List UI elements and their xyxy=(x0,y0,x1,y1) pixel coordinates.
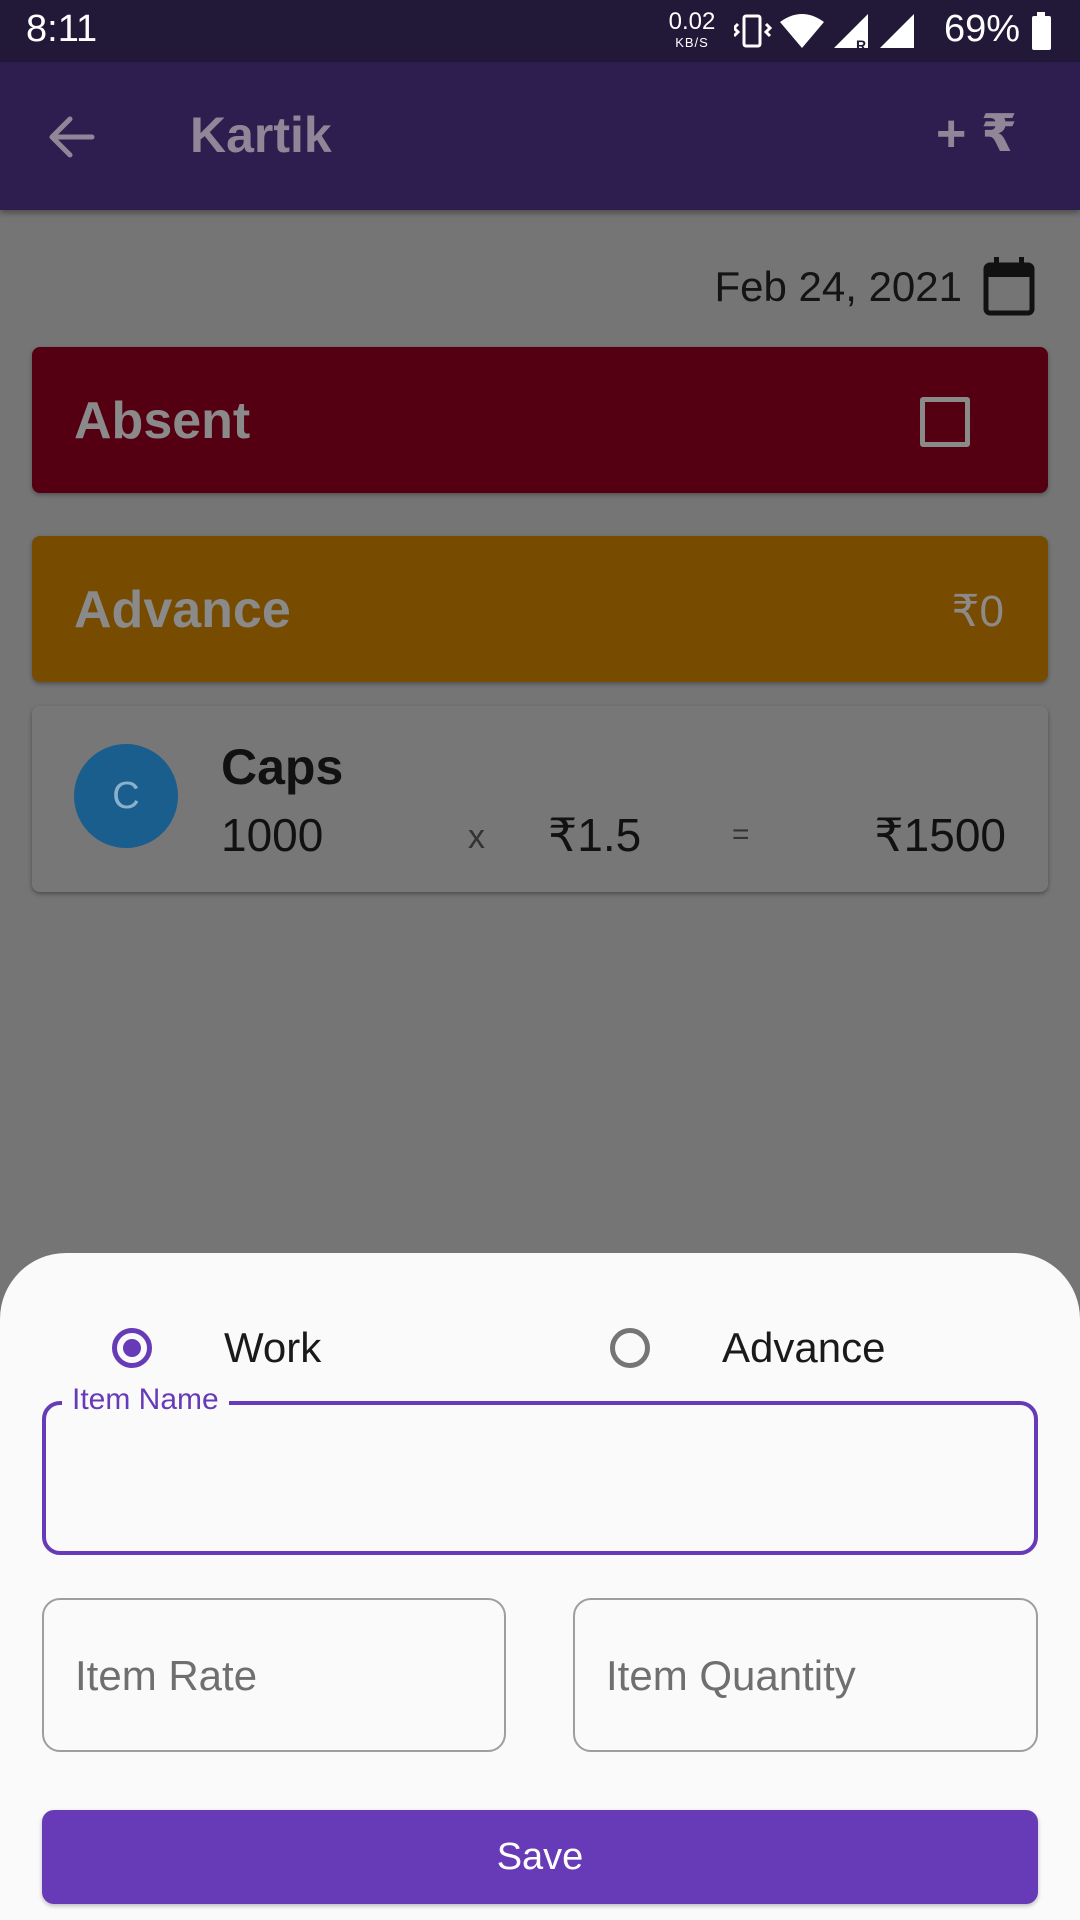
battery-icon xyxy=(1030,12,1054,57)
item-quantity: 1000 xyxy=(221,809,324,861)
date-text: Feb 24, 2021 xyxy=(714,263,962,310)
status-time: 8:11 xyxy=(26,8,98,50)
item-quantity-placeholder: Item Quantity xyxy=(606,1652,856,1699)
radio-button-work[interactable] xyxy=(112,1328,152,1368)
status-icons: R xyxy=(731,12,934,57)
back-button[interactable] xyxy=(44,110,98,164)
network-speed-unit: KB/S xyxy=(675,35,709,50)
radio-button-advance[interactable] xyxy=(610,1328,650,1368)
network-speed: 0.02 KB/S xyxy=(664,8,720,50)
vibrate-icon xyxy=(731,14,773,48)
save-button[interactable]: Save xyxy=(42,1810,1038,1904)
item-name-label: Item Name xyxy=(62,1383,229,1417)
avatar: C xyxy=(74,744,178,848)
absent-card[interactable]: Absent xyxy=(32,347,1048,493)
radio-option-advance[interactable]: Advance xyxy=(610,1313,885,1383)
page-title: Kartik xyxy=(190,107,332,163)
radio-label-work: Work xyxy=(224,1324,322,1371)
bottom-sheet: Work Advance Item Name Item Rate Item Qu… xyxy=(0,1253,1080,1920)
network-speed-value: 0.02 xyxy=(668,8,716,35)
multiply-sign: x xyxy=(468,818,485,856)
radio-option-work[interactable]: Work xyxy=(112,1313,321,1383)
item-rate-field[interactable]: Item Rate xyxy=(42,1598,506,1752)
advance-card[interactable]: Advance ₹0 xyxy=(32,536,1048,682)
wifi-icon xyxy=(780,14,824,48)
absent-checkbox[interactable] xyxy=(920,397,970,447)
item-total: ₹1500 xyxy=(874,809,1006,861)
radio-label-advance: Advance xyxy=(722,1324,886,1371)
signal-roaming-icon: R xyxy=(834,14,868,53)
app-bar: Kartik + ₹ xyxy=(0,62,1080,210)
calendar-icon[interactable] xyxy=(982,257,1036,317)
item-quantity-field[interactable]: Item Quantity xyxy=(573,1598,1038,1752)
absent-label: Absent xyxy=(74,392,251,450)
item-name-field[interactable]: Item Name xyxy=(42,1383,1038,1555)
item-name: Caps xyxy=(221,739,344,795)
battery-percent: 69% xyxy=(944,8,1021,50)
item-rate: ₹1.5 xyxy=(548,809,642,861)
advance-amount: ₹0 xyxy=(951,587,1004,636)
status-bar: 8:11 0.02 KB/S R 69% xyxy=(0,0,1080,62)
date-picker[interactable]: Feb 24, 2021 xyxy=(714,252,1036,322)
work-item-card[interactable]: C Caps 1000 x ₹1.5 = ₹1500 xyxy=(32,706,1048,892)
add-advance-button[interactable]: + ₹ xyxy=(936,104,1017,164)
advance-label: Advance xyxy=(74,581,291,639)
item-rate-placeholder: Item Rate xyxy=(75,1652,258,1699)
equals-sign: = xyxy=(732,818,750,851)
signal-icon xyxy=(880,14,914,48)
arrow-left-icon xyxy=(49,116,95,158)
svg-text:R: R xyxy=(856,37,866,52)
